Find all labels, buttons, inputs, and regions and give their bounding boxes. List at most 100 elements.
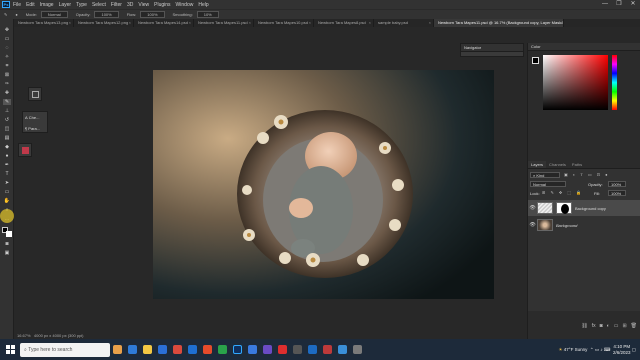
layer-opacity-input[interactable]: 100% xyxy=(608,181,626,187)
menu-filter[interactable]: Filter xyxy=(111,2,122,8)
hue-slider[interactable] xyxy=(612,55,617,110)
close-icon[interactable]: × xyxy=(69,19,73,27)
eye-icon[interactable]: 👁 xyxy=(528,205,537,211)
brush-tool-icon[interactable]: ✎ xyxy=(3,99,11,105)
menu-3d[interactable]: 3D xyxy=(127,2,133,8)
paragraph-panel-button[interactable]: ¶ Para... xyxy=(23,123,47,134)
layer-row-background[interactable]: 👁 Background xyxy=(528,217,640,233)
menu-edit[interactable]: Edit xyxy=(26,2,35,8)
app-icon[interactable] xyxy=(263,345,272,354)
dodge-tool-icon[interactable]: ● xyxy=(3,153,11,159)
gradient-icon[interactable]: ▤ xyxy=(3,135,11,141)
photoshop-taskbar-icon[interactable] xyxy=(233,345,242,354)
close-icon[interactable]: × xyxy=(369,19,373,27)
tab-document-3[interactable]: Newborn Tara Mapes14.psd × xyxy=(134,19,194,27)
artboard-tool-icon[interactable]: ▭ xyxy=(3,36,11,42)
document-canvas[interactable] xyxy=(153,70,494,299)
tab-document-2[interactable]: Newborn Tara Mapes12.png × xyxy=(74,19,134,27)
file-explorer-icon[interactable] xyxy=(143,345,152,354)
shape-tool-icon[interactable]: ▭ xyxy=(3,189,11,195)
lock-icons[interactable]: ⊞ ✎ ✥ ⬚ 🔒 xyxy=(542,190,583,195)
close-icon[interactable]: × xyxy=(249,19,253,27)
trash-icon[interactable]: 🗑 xyxy=(631,323,637,331)
fx-icon[interactable]: fx xyxy=(592,323,596,331)
mini-panel-history[interactable] xyxy=(28,87,42,101)
tab-channels[interactable]: Channels xyxy=(546,161,569,168)
background-color-swatch[interactable] xyxy=(6,231,12,237)
eraser-icon[interactable]: ◫ xyxy=(3,126,11,132)
close-icon[interactable]: × xyxy=(129,19,133,27)
path-select-icon[interactable]: ➤ xyxy=(3,180,11,186)
hand-tool-icon[interactable]: ✋ xyxy=(3,198,11,204)
tab-document-5[interactable]: Newborn Tara Mapes10.psd × xyxy=(254,19,314,27)
layer-filter-icons[interactable]: ▣ ◐ T ▭ ⊡ ● xyxy=(564,172,610,177)
close-icon[interactable]: × xyxy=(189,19,193,27)
tab-document-7[interactable]: sample baby.psd × xyxy=(374,19,434,27)
app-icon-3[interactable] xyxy=(308,345,317,354)
mini-panel-properties[interactable] xyxy=(18,143,32,157)
mode-select[interactable]: Normal xyxy=(40,11,68,18)
brush-tool-icon[interactable]: ✎ xyxy=(4,12,7,17)
office-icon[interactable] xyxy=(203,345,212,354)
tab-document-4[interactable]: Newborn Tara Mapes11.psd × xyxy=(194,19,254,27)
close-icon[interactable]: × xyxy=(429,19,433,27)
lightroom-icon[interactable] xyxy=(248,345,257,354)
properties-icon[interactable] xyxy=(22,147,29,154)
folder-icon[interactable]: ▭ xyxy=(614,323,619,331)
app-icon-5[interactable] xyxy=(338,345,347,354)
navigator-title[interactable]: Navigator xyxy=(461,44,523,52)
tray-icons[interactable]: ⌃ ▭ ♪ ⌨ xyxy=(590,347,611,353)
mail-icon[interactable] xyxy=(188,345,197,354)
blur-tool-icon[interactable]: ◆ xyxy=(3,144,11,150)
zoom-level[interactable]: 16.67% xyxy=(17,333,31,338)
fill-input[interactable]: 100% xyxy=(608,190,626,196)
chrome-icon[interactable] xyxy=(173,345,182,354)
weather-text[interactable]: 47°F Sunny xyxy=(564,347,588,352)
tab-layers[interactable]: Layers xyxy=(528,161,547,168)
healing-brush-icon[interactable]: ✚ xyxy=(3,90,11,96)
tab-document-active[interactable]: Newborn Tara Mapes11.psd @ 16.7% (Backgr… xyxy=(434,19,564,27)
app-icon-6[interactable] xyxy=(353,345,362,354)
acrobat-icon[interactable] xyxy=(278,345,287,354)
minimize-button[interactable]: — xyxy=(598,0,612,9)
menu-select[interactable]: Select xyxy=(92,2,106,8)
tab-document-6[interactable]: Newborn Tara Mapes8.psd × xyxy=(314,19,374,27)
smoothing-input[interactable]: 10% xyxy=(196,11,219,18)
notification-icon[interactable]: ▢ xyxy=(632,347,636,353)
quick-select-icon[interactable]: ✧ xyxy=(3,54,11,60)
screen-mode-icon[interactable]: ▣ xyxy=(3,250,11,256)
filter-kind-select[interactable]: ⌕ Kind xyxy=(530,172,560,178)
close-button[interactable]: ✕ xyxy=(626,0,640,9)
taskbar-search-input[interactable]: ⌕ Type here to search xyxy=(20,342,110,357)
tab-paths[interactable]: Paths xyxy=(569,161,585,168)
flow-input[interactable]: 100% xyxy=(140,11,165,18)
clock[interactable]: 4:10 PM 2/6/2023 xyxy=(613,344,631,356)
tab-document-1[interactable]: Newborn Tara Mapes13.png × xyxy=(14,19,74,27)
edge-icon[interactable] xyxy=(128,345,137,354)
eye-icon[interactable]: 👁 xyxy=(528,222,537,228)
maximize-button[interactable]: ❐ xyxy=(612,0,626,9)
new-layer-icon[interactable]: ⊞ xyxy=(622,323,626,331)
menu-layer[interactable]: Layer xyxy=(59,2,72,8)
menu-type[interactable]: Type xyxy=(76,2,87,8)
task-view-icon[interactable] xyxy=(113,345,122,354)
link-icon[interactable]: ⛓ xyxy=(581,323,587,331)
menu-view[interactable]: View xyxy=(138,2,149,8)
pen-tool-icon[interactable]: ✒ xyxy=(3,162,11,168)
character-panel-button[interactable]: A Che... xyxy=(23,112,47,123)
store-icon[interactable] xyxy=(158,345,167,354)
menu-image[interactable]: Image xyxy=(40,2,54,8)
color-panel-title[interactable]: Color xyxy=(528,43,640,51)
eyedropper-icon[interactable]: ✑ xyxy=(3,81,11,87)
history-brush-icon[interactable]: ↺ xyxy=(3,117,11,123)
blend-mode-select[interactable]: Normal xyxy=(530,181,566,187)
menu-help[interactable]: Help xyxy=(198,2,208,8)
close-icon[interactable]: × xyxy=(309,19,313,27)
crop-tool-icon[interactable]: ⌗ xyxy=(3,63,11,69)
type-tool-icon[interactable]: T xyxy=(3,171,11,177)
weather-icon[interactable]: ☀ xyxy=(558,347,562,353)
layer-row-background-copy[interactable]: 👁 Background copy xyxy=(528,200,640,216)
menu-file[interactable]: File xyxy=(13,2,21,8)
spotify-icon[interactable] xyxy=(218,345,227,354)
history-icon[interactable] xyxy=(32,91,39,98)
